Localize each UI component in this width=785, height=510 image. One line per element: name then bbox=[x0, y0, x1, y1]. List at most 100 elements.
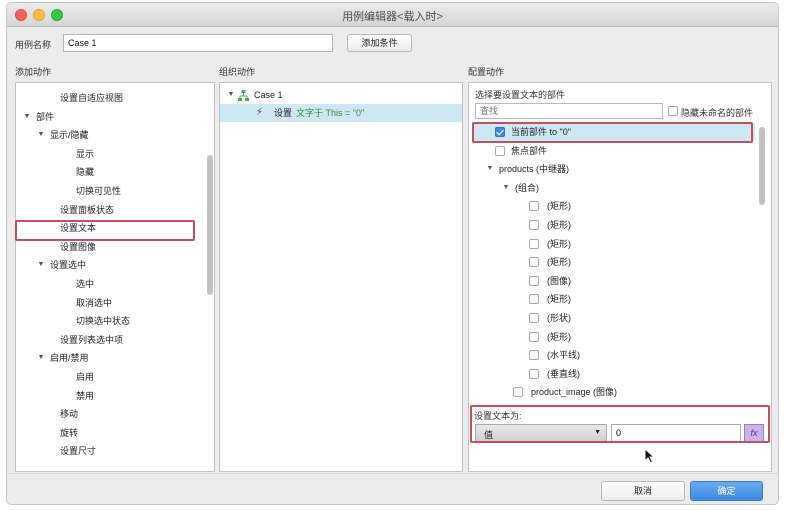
widget-checkbox[interactable] bbox=[495, 145, 505, 156]
disclosure-down-icon[interactable]: ▼ bbox=[36, 256, 46, 274]
widget-row[interactable]: (矩形) bbox=[473, 235, 755, 253]
disclosure-down-icon[interactable]: ▼ bbox=[22, 108, 32, 126]
widget-label: (组合) bbox=[515, 182, 539, 193]
footer-divider bbox=[7, 473, 778, 474]
case-editor-window: 用例编辑器<载入时> 用例名称 添加条件 添加动作 组织动作 配置动作 设置自适… bbox=[6, 2, 779, 505]
highlight-set-text bbox=[15, 220, 195, 241]
action-item-label: 设置列表选中项 bbox=[60, 334, 124, 345]
widget-row[interactable]: (形状) bbox=[473, 309, 755, 327]
action-item-label: 设置尺寸 bbox=[60, 446, 97, 457]
widget-row[interactable]: (垂直线) bbox=[473, 365, 755, 383]
mouse-cursor-icon bbox=[644, 448, 656, 464]
widget-row[interactable]: product_image (图像) bbox=[473, 383, 755, 401]
widget-checkbox[interactable] bbox=[529, 294, 539, 305]
widget-row[interactable]: (矩形) bbox=[473, 290, 755, 308]
widget-checkbox[interactable] bbox=[529, 220, 539, 230]
disclosure-down-icon[interactable]: ▼ bbox=[36, 349, 46, 367]
widget-row[interactable]: (矩形) bbox=[473, 197, 755, 215]
widget-label: (矩形) bbox=[547, 220, 571, 230]
widget-row[interactable]: (矩形) bbox=[473, 328, 755, 346]
highlight-set-text-value bbox=[470, 405, 770, 443]
widget-search-input[interactable] bbox=[475, 103, 663, 119]
widget-row[interactable]: ▼ (组合) bbox=[473, 179, 755, 197]
case-tree-icon bbox=[238, 90, 249, 101]
cancel-button[interactable]: 取消 bbox=[601, 481, 685, 501]
action-item[interactable]: 设置尺寸 bbox=[16, 442, 202, 460]
action-verb: 设置 bbox=[274, 108, 293, 118]
widget-row[interactable]: 焦点部件 bbox=[473, 142, 755, 160]
widget-label: (矩形) bbox=[547, 294, 571, 305]
widget-checkbox[interactable] bbox=[513, 387, 523, 398]
lightning-icon: ⚡ bbox=[256, 107, 264, 118]
action-item-label: 隐藏 bbox=[76, 167, 95, 178]
title-bar: 用例编辑器<载入时> bbox=[7, 3, 778, 27]
action-item[interactable]: 显示 bbox=[16, 145, 202, 163]
action-item-label: 禁用 bbox=[76, 390, 95, 401]
case-name-input[interactable] bbox=[63, 34, 333, 52]
action-list-scrollbar[interactable] bbox=[207, 155, 213, 295]
action-item[interactable]: 移动 bbox=[16, 405, 202, 423]
action-item-label: 显示 bbox=[76, 148, 95, 159]
widget-label: (矩形) bbox=[547, 257, 571, 268]
action-item-label: 切换可见性 bbox=[76, 186, 122, 196]
widget-label: (图像) bbox=[547, 275, 571, 286]
action-item-label: 取消选中 bbox=[76, 297, 113, 308]
disclosure-down-icon[interactable]: ▼ bbox=[36, 126, 46, 144]
widget-row[interactable]: (图像) bbox=[473, 272, 755, 290]
widget-checkbox[interactable] bbox=[529, 275, 539, 286]
action-item[interactable]: 切换选中状态 bbox=[16, 312, 202, 330]
widget-checkbox[interactable] bbox=[529, 201, 539, 212]
widget-row[interactable]: ▼ products (中继器) bbox=[473, 160, 755, 178]
disclosure-down-icon: ▼ bbox=[227, 91, 235, 98]
case-name-label: 用例名称 bbox=[15, 40, 52, 50]
widget-checkbox[interactable] bbox=[529, 313, 539, 323]
widget-checkbox[interactable] bbox=[529, 331, 539, 342]
organize-actions-panel: ▼ Case 1 ⚡ 设置 文字于 This = "0" bbox=[219, 82, 463, 472]
action-item[interactable]: 取消选中 bbox=[16, 294, 202, 312]
action-item[interactable]: ▼ 设置选中 bbox=[16, 256, 202, 274]
action-item[interactable]: 切换可见性 bbox=[16, 182, 202, 200]
organize-action-heading: 组织动作 bbox=[219, 67, 256, 77]
action-item-label: 启用/禁用 bbox=[50, 353, 89, 364]
action-item[interactable]: 设置面板状态 bbox=[16, 201, 202, 219]
widget-checkbox[interactable] bbox=[529, 257, 539, 268]
action-item-label: 设置面板状态 bbox=[60, 204, 115, 215]
case-node[interactable]: ▼ Case 1 bbox=[220, 86, 462, 104]
action-item[interactable]: 设置列表选中项 bbox=[16, 331, 202, 349]
action-item[interactable]: 启用 bbox=[16, 368, 202, 386]
action-item[interactable]: 设置自适应视图 bbox=[16, 89, 202, 107]
widget-row[interactable]: (水平线) bbox=[473, 346, 755, 364]
window-title: 用例编辑器<载入时> bbox=[342, 11, 443, 23]
action-item[interactable]: 隐藏 bbox=[16, 163, 202, 181]
action-item[interactable]: 禁用 bbox=[16, 387, 202, 405]
add-condition-button[interactable]: 添加条件 bbox=[347, 34, 412, 52]
action-detail: 文字于 This = "0" bbox=[296, 108, 365, 118]
configure-action-heading: 配置动作 bbox=[468, 67, 505, 77]
widget-tree-scrollbar[interactable] bbox=[759, 127, 765, 205]
highlight-current-widget bbox=[472, 122, 753, 143]
select-widget-prompt: 选择要设置文本的部件 bbox=[475, 90, 566, 100]
hide-unnamed-checkbox[interactable] bbox=[668, 106, 678, 116]
action-item-label: 部件 bbox=[36, 111, 55, 122]
widget-label: products (中继器) bbox=[499, 164, 570, 175]
widget-row[interactable]: (矩形) bbox=[473, 216, 755, 234]
action-item-label: 选中 bbox=[76, 279, 95, 289]
disclosure-down-icon[interactable]: ▼ bbox=[485, 160, 495, 178]
disclosure-down-icon[interactable]: ▼ bbox=[501, 179, 511, 197]
widget-checkbox[interactable] bbox=[529, 238, 539, 249]
action-item[interactable]: ▼ 部件 bbox=[16, 108, 202, 126]
action-item[interactable]: 选中 bbox=[16, 275, 202, 293]
action-item[interactable]: 旋转 bbox=[16, 424, 202, 442]
widget-label: (矩形) bbox=[547, 331, 571, 342]
action-item[interactable]: ▼ 启用/禁用 bbox=[16, 349, 202, 367]
action-item-label: 设置自适应视图 bbox=[60, 93, 124, 103]
action-item[interactable]: ▼ 显示/隐藏 bbox=[16, 126, 202, 144]
widget-row[interactable]: (矩形) bbox=[473, 253, 755, 271]
ok-button[interactable]: 确定 bbox=[690, 481, 763, 501]
action-node-set-text[interactable]: ⚡ 设置 文字于 This = "0" bbox=[220, 104, 462, 122]
widget-checkbox[interactable] bbox=[529, 368, 539, 379]
widget-checkbox[interactable] bbox=[529, 350, 539, 361]
action-item-label: 移动 bbox=[60, 409, 79, 420]
action-list-panel: 设置自适应视图 ▼ 部件 ▼ 显示/隐藏 显示 隐藏 切换可见性 设置面板状态 设置文本 设置图像 ▼… bbox=[15, 82, 215, 472]
widget-label: 焦点部件 bbox=[511, 145, 548, 156]
